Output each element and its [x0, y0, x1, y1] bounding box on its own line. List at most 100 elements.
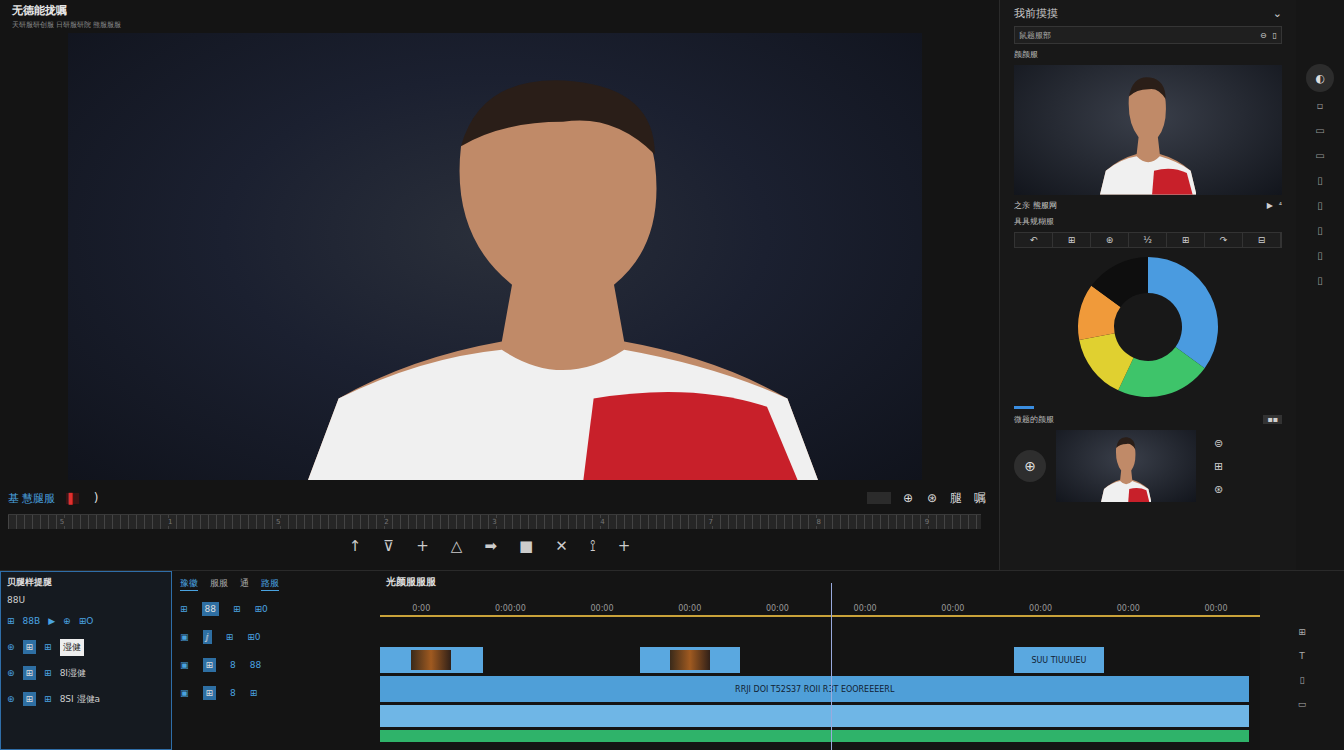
track-control[interactable]: 88 [202, 602, 219, 616]
source-button[interactable]: ⊕ [1014, 450, 1046, 482]
search-icon[interactable]: ⊖ [1260, 31, 1267, 40]
tool-icon[interactable]: ⟟ [590, 537, 596, 555]
timeline-side: ⊞ T ▯ ▭ [1260, 571, 1344, 750]
scope-tool-icon[interactable]: ↶ [1015, 233, 1053, 247]
transport-icon[interactable]: ⊕ [901, 491, 915, 505]
track-control[interactable]: 88 [250, 660, 261, 670]
search-icon[interactable]: ▯ [1273, 31, 1277, 40]
track-control[interactable]: 8 [230, 688, 236, 698]
media-icon[interactable]: ⊛ [7, 694, 15, 704]
tool-icon[interactable]: + [618, 537, 631, 555]
tab[interactable]: 豫徽 [180, 577, 198, 591]
media-icon[interactable]: ⊞O [79, 616, 94, 626]
tab[interactable]: 通 [240, 577, 249, 591]
strip-icon[interactable]: ▯ [1317, 275, 1323, 286]
section-label: 微题的颜服 [1014, 414, 1054, 425]
media-row[interactable]: ⊞ 88B ▶ ⊕ ⊞O [7, 611, 165, 631]
side-icon[interactable]: ⊞ [1298, 627, 1306, 637]
track-control[interactable]: ⅉ [203, 630, 212, 644]
caption-row: 之亲 熊服网▶⁴ [1014, 200, 1282, 211]
strip-icon[interactable]: ▯ [1317, 200, 1323, 211]
tab[interactable]: 路服 [261, 577, 279, 591]
track-control[interactable]: ⊞0 [255, 604, 268, 614]
media-icon[interactable]: ⊞ [44, 642, 52, 652]
strip-icon[interactable]: ▯ [1317, 250, 1323, 261]
tool-icon[interactable]: ■ [519, 537, 533, 555]
donut-segment [1091, 257, 1148, 307]
caption-icon[interactable]: ▶ [1267, 201, 1273, 210]
track-control[interactable]: ⊞ [203, 686, 217, 700]
clip[interactable]: SUU TIUUUEU [1014, 647, 1105, 673]
zoom-box[interactable] [867, 492, 891, 504]
tool-icon[interactable]: △ [451, 537, 463, 555]
timeline-tick: 00:00 [1117, 604, 1140, 613]
media-icon[interactable]: ⊞ [23, 640, 37, 654]
chevron-icon[interactable]: ⌄ [1273, 7, 1282, 20]
clip[interactable] [380, 730, 1249, 742]
media-icon[interactable]: ⊞ [44, 694, 52, 704]
media-icon[interactable]: ⊞ [7, 616, 15, 626]
media-icon[interactable]: ▶ [48, 616, 55, 626]
strip-icon[interactable]: ▭ [1315, 125, 1324, 136]
scope-tool-icon[interactable]: ⊞ [1167, 233, 1205, 247]
strip-icon[interactable]: ▯ [1317, 225, 1323, 236]
caption-icon[interactable]: ⁴ [1279, 201, 1282, 210]
strip-icon[interactable]: ▯ [1317, 175, 1323, 186]
timeline-ruler[interactable]: 0:000:00:0000:0000:0000:0000:0000:0000:0… [380, 597, 1260, 617]
side-icon[interactable]: ▯ [1300, 675, 1305, 685]
tool-icon[interactable]: ↑ [349, 537, 362, 555]
scope-tool-icon[interactable]: ⊛ [1091, 233, 1129, 247]
clip[interactable] [380, 647, 483, 673]
tab[interactable]: 服服 [210, 577, 228, 591]
transport-icon[interactable]: ⊛ [925, 491, 939, 505]
transport-icon[interactable]: 腿 [949, 490, 963, 507]
strip-icon[interactable]: ▭ [1315, 150, 1324, 161]
media-icon[interactable]: 88B [23, 616, 41, 626]
media-icon[interactable]: ⊞ [44, 668, 52, 678]
scope-tool-icon[interactable]: ⊞ [1053, 233, 1091, 247]
source-icon[interactable]: ⊜ [1214, 437, 1223, 450]
media-icon[interactable]: ⊛ [7, 668, 15, 678]
playhead[interactable] [831, 583, 832, 750]
track-control[interactable]: ⊞ [233, 604, 241, 614]
clip[interactable]: RRJI DOI T52S37 ROII R3T EOOREEEERL [380, 676, 1249, 702]
source-badge[interactable]: ▪▪ [1263, 415, 1282, 424]
track-control[interactable]: ▣ [180, 688, 189, 698]
tool-icon[interactable]: ⊽ [383, 537, 394, 555]
track-control[interactable]: 8 [230, 660, 236, 670]
track-control[interactable]: ▣ [180, 660, 189, 670]
source-icon[interactable]: ⊛ [1214, 483, 1223, 496]
transport-icon[interactable]: 嘱 [973, 490, 987, 507]
track-control[interactable]: ▣ [180, 632, 189, 642]
search-field[interactable]: 鼠题服部 ⊖ ▯ [1014, 26, 1282, 44]
track: RRJI DOI T52S37 ROII R3T EOOREEEERL [380, 676, 1260, 702]
track-control[interactable]: ⊞ [203, 658, 217, 672]
media-row[interactable]: ⊛⊞⊞8SI 湿健a [7, 689, 165, 709]
strip-icon[interactable]: ▫ [1317, 100, 1324, 111]
track-control[interactable]: ⊞ [250, 688, 258, 698]
media-icon[interactable]: ⊛ [7, 642, 15, 652]
side-icon[interactable]: T [1299, 651, 1305, 661]
search-value[interactable]: 鼠题服部 [1019, 30, 1254, 41]
tool-icon[interactable]: + [416, 537, 429, 555]
record-icon[interactable]: ▌ [66, 493, 80, 504]
side-icon[interactable]: ▭ [1298, 699, 1307, 709]
clip[interactable] [640, 647, 740, 673]
media-icon[interactable]: ⊞ [23, 666, 37, 680]
media-row[interactable]: ⊛⊞⊞8I湿健 [7, 663, 165, 683]
media-icon[interactable]: ⊞ [23, 692, 37, 706]
source-icon[interactable]: ⊞ [1214, 460, 1223, 473]
track-control[interactable]: ⊞ [180, 604, 188, 614]
dial-icon[interactable]: ◐ [1306, 64, 1334, 92]
scope-tool-icon[interactable]: ½ [1129, 233, 1167, 247]
clip[interactable] [380, 705, 1249, 727]
tool-icon[interactable]: ✕ [555, 537, 568, 555]
media-row[interactable]: ⊛⊞⊞湿健 [7, 637, 165, 657]
scope-tool-icon[interactable]: ⊟ [1243, 233, 1281, 247]
track-control[interactable]: ⊞ [226, 632, 234, 642]
scope-tool-icon[interactable]: ↷ [1205, 233, 1243, 247]
media-icon[interactable]: ⊕ [63, 616, 71, 626]
track-control[interactable]: ⊞0 [247, 632, 260, 642]
tool-icon[interactable]: ➡ [484, 537, 497, 555]
timecode-ruler[interactable]: 515234789 [8, 514, 981, 529]
